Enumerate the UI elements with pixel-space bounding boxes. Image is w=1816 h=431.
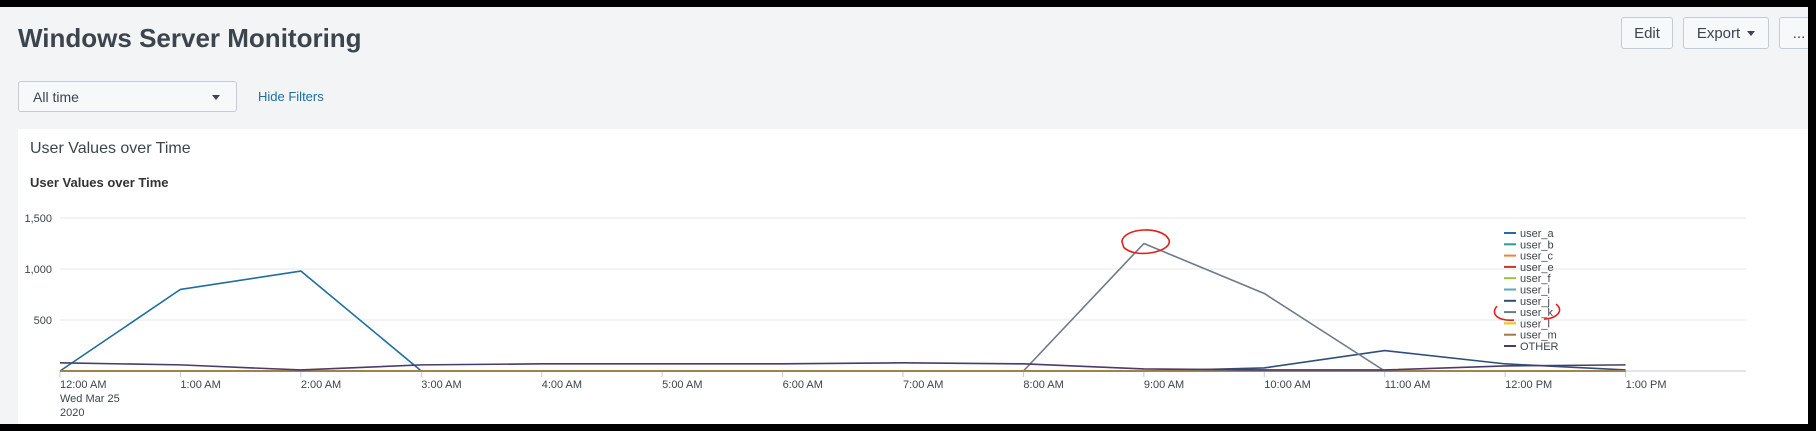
x-tick-label: 8:00 AM [1023,379,1063,391]
series-line-other[interactable] [59,362,1626,371]
legend-item-user_b[interactable]: user_b [1520,239,1554,251]
hide-filters-link[interactable]: Hide Filters [258,89,324,104]
x-tick-label: 2:00 AM [301,379,341,391]
chart-panel: User Values over Time User Values over T… [18,129,1808,424]
legend: user_auser_buser_cuser_euser_fuser_iuser… [1504,228,1559,353]
time-range-picker[interactable]: All time [18,81,237,112]
edit-button[interactable]: Edit [1621,17,1673,49]
x-tick-label: 11:00 AM [1385,379,1431,391]
export-button-label: Export [1696,24,1741,42]
dashboard-title: Windows Server Monitoring [18,23,362,53]
dashboard: Windows Server Monitoring Edit Export ..… [0,7,1808,424]
legend-item-user_j[interactable]: user_j [1520,296,1550,308]
legend-item-user_a[interactable]: user_a [1520,228,1555,240]
x-tick-label: 4:00 AM [542,379,582,391]
x-tick-label: 1:00 PM [1626,379,1667,391]
x-tick-label: 7:00 AM [903,379,943,391]
y-axis: 1,500 1,000 500 [24,213,52,327]
edit-button-label: Edit [1634,24,1660,42]
chevron-down-icon [1747,30,1756,36]
export-button[interactable]: Export [1683,17,1769,49]
series-line-user_a[interactable] [59,270,1626,372]
chevron-down-icon [212,95,220,100]
series-line-user_j[interactable] [60,349,1626,372]
x-tick-label: 1:00 AM [180,379,220,391]
line-chart: 1,500 1,000 500 12:00 AM 1:00 AM 2:00 AM 3:00… [24,213,1746,419]
legend-item-user_l[interactable]: user_l [1520,318,1550,330]
x-tick-label: 10:00 AM [1264,379,1310,391]
x-year-label: 2020 [60,407,84,419]
time-range-value: All time [33,88,79,105]
legend-highlight-mark [1493,305,1515,321]
x-tick-label: 3:00 AM [421,379,461,391]
annotations [1121,229,1561,321]
x-tick-label: 12:00 AM [60,379,106,391]
legend-item-user_m[interactable]: user_m [1520,330,1557,342]
legend-item-user_i[interactable]: user_i [1520,285,1550,297]
x-axis: 12:00 AM 1:00 AM 2:00 AM 3:00 AM 4:00 AM 5:00… [59,371,1667,419]
y-tick-label: 1,000 [24,264,52,276]
y-tick-label: 1,500 [24,213,52,225]
x-tick-label: 12:00 PM [1505,379,1552,391]
x-tick-label: 5:00 AM [662,379,702,391]
more-actions-button[interactable]: ... [1779,17,1808,49]
grid-lines [60,217,1746,372]
y-tick-label: 500 [34,315,52,327]
x-tick-label: 9:00 AM [1144,379,1184,391]
legend-item-other[interactable]: OTHER [1520,341,1559,353]
legend-item-user_k[interactable]: user_k [1520,307,1554,319]
series-lines [59,242,1626,372]
peak-highlight-circle [1121,229,1170,255]
more-actions-label: ... [1792,24,1806,42]
legend-item-user_e[interactable]: user_e [1520,262,1554,274]
x-tick-label: 6:00 AM [783,379,823,391]
legend-item-user_c[interactable]: user_c [1520,251,1554,263]
legend-item-user_f[interactable]: user_f [1520,273,1552,285]
x-date-label: Wed Mar 25 [60,393,120,405]
